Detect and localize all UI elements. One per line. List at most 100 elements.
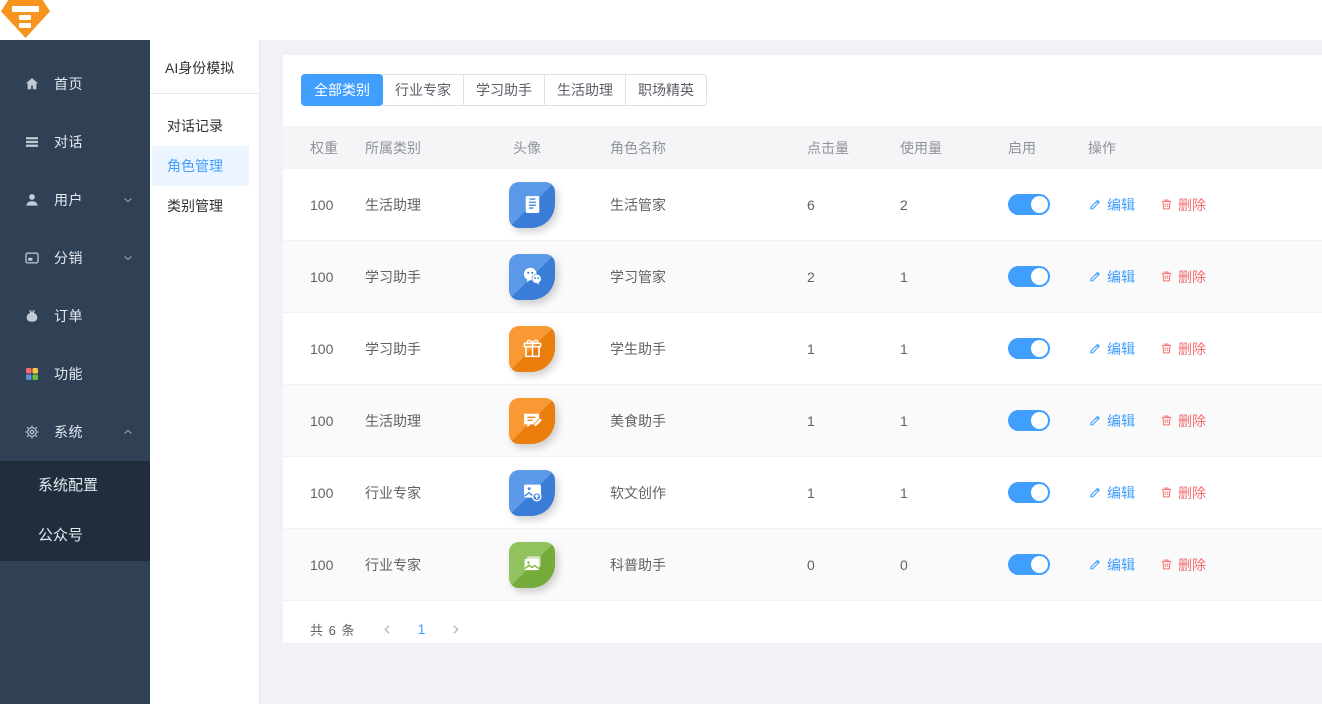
- edit-pencil-icon: [1088, 197, 1103, 212]
- chat-list-icon: [23, 133, 41, 151]
- cell-role-name: 科普助手: [610, 555, 807, 575]
- sidebar-submenu-item[interactable]: 公众号: [0, 511, 150, 561]
- column-header: 权重: [310, 138, 365, 158]
- pagination: 共 6 条 1: [310, 615, 1322, 643]
- sidebar-submenu: 系统配置公众号: [0, 461, 150, 561]
- edit-pencil-icon: [1088, 485, 1103, 500]
- pagination-total: 共 6 条: [310, 620, 355, 639]
- sidebar-item-order-bag[interactable]: 订单: [0, 287, 150, 345]
- chevron-down-icon: [122, 194, 134, 206]
- message-edit-avatar-icon: [509, 398, 555, 444]
- cell-role-name: 软文创作: [610, 483, 807, 503]
- cell-usage: 2: [900, 197, 1008, 213]
- distribution-icon: [23, 249, 41, 267]
- chevron-down-icon: [122, 252, 134, 264]
- edit-pencil-icon: [1088, 413, 1103, 428]
- enable-toggle[interactable]: [1008, 338, 1050, 359]
- sidebar-item-home[interactable]: 首页: [0, 55, 150, 113]
- cell-weight: 100: [310, 485, 365, 501]
- delete-button[interactable]: 删除: [1159, 339, 1206, 359]
- order-bag-icon: [23, 307, 41, 325]
- gear-icon: [23, 423, 41, 441]
- delete-button[interactable]: 删除: [1159, 483, 1206, 503]
- enable-toggle[interactable]: [1008, 410, 1050, 431]
- table-row: 100 生活助理 生活管家 6 2 编辑 删除: [283, 169, 1322, 241]
- cell-weight: 100: [310, 341, 365, 357]
- cell-usage: 1: [900, 413, 1008, 429]
- secondary-nav-list: 对话记录角色管理类别管理: [150, 94, 259, 226]
- cell-role-name: 生活管家: [610, 195, 807, 215]
- sidebar-item-chat-list[interactable]: 对话: [0, 113, 150, 171]
- edit-button[interactable]: 编辑: [1088, 483, 1135, 503]
- delete-button[interactable]: 删除: [1159, 555, 1206, 575]
- logo-bar: [12, 6, 39, 12]
- prev-page-button[interactable]: [373, 615, 401, 643]
- photos-avatar-icon: [509, 542, 555, 588]
- table-row: 100 行业专家 软文创作 1 1 编辑 删除: [283, 457, 1322, 529]
- column-header: 启用: [1008, 138, 1088, 158]
- sidebar: 首页 对话 用户 分销 订单 功能 系统 系统配置公众号: [0, 40, 150, 704]
- enable-toggle[interactable]: [1008, 194, 1050, 215]
- secondary-nav-item[interactable]: 类别管理: [152, 186, 249, 226]
- category-tab[interactable]: 职场精英: [625, 74, 707, 106]
- secondary-nav-title: AI身份模拟: [150, 40, 259, 94]
- cell-role-name: 学生助手: [610, 339, 807, 359]
- image-upload-avatar-icon: [509, 470, 555, 516]
- next-page-button[interactable]: [441, 615, 469, 643]
- current-page-button[interactable]: 1: [407, 621, 435, 637]
- table-row: 100 行业专家 科普助手 0 0 编辑 删除: [283, 529, 1322, 601]
- category-tabs: 全部类别行业专家学习助手生活助理职场精英: [301, 74, 1322, 106]
- edit-button[interactable]: 编辑: [1088, 195, 1135, 215]
- category-tab[interactable]: 生活助理: [544, 74, 626, 106]
- category-tab[interactable]: 行业专家: [382, 74, 464, 106]
- delete-button[interactable]: 删除: [1159, 195, 1206, 215]
- logo-bar: [19, 15, 31, 20]
- edit-button[interactable]: 编辑: [1088, 411, 1135, 431]
- cell-clicks: 2: [807, 269, 900, 285]
- cell-clicks: 6: [807, 197, 900, 213]
- sidebar-item-distribution[interactable]: 分销: [0, 229, 150, 287]
- edit-button[interactable]: 编辑: [1088, 555, 1135, 575]
- cell-usage: 1: [900, 485, 1008, 501]
- delete-trash-icon: [1159, 197, 1174, 212]
- cell-role-name: 美食助手: [610, 411, 807, 431]
- delete-trash-icon: [1159, 413, 1174, 428]
- cell-clicks: 0: [807, 557, 900, 573]
- cell-weight: 100: [310, 413, 365, 429]
- main-content: 全部类别行业专家学习助手生活助理职场精英 权重所属类别头像角色名称点击量使用量启…: [261, 40, 1322, 704]
- cell-clicks: 1: [807, 413, 900, 429]
- logo-bar: [19, 23, 31, 28]
- table-row: 100 学习助手 学习管家 2 1 编辑 删除: [283, 241, 1322, 313]
- secondary-nav: AI身份模拟 对话记录角色管理类别管理: [150, 40, 260, 704]
- sidebar-item-user[interactable]: 用户: [0, 171, 150, 229]
- edit-button[interactable]: 编辑: [1088, 339, 1135, 359]
- cell-category: 生活助理: [365, 195, 513, 215]
- column-header: 头像: [513, 138, 610, 158]
- cell-weight: 100: [310, 269, 365, 285]
- cell-usage: 1: [900, 341, 1008, 357]
- enable-toggle[interactable]: [1008, 266, 1050, 287]
- chevron-up-icon: [122, 426, 134, 438]
- delete-button[interactable]: 删除: [1159, 267, 1206, 287]
- wechat-avatar-icon: [509, 254, 555, 300]
- sidebar-item-gear[interactable]: 系统: [0, 403, 150, 461]
- enable-toggle[interactable]: [1008, 482, 1050, 503]
- sidebar-submenu-item[interactable]: 系统配置: [0, 461, 150, 511]
- enable-toggle[interactable]: [1008, 554, 1050, 575]
- delete-button[interactable]: 删除: [1159, 411, 1206, 431]
- features-grid-icon: [23, 365, 41, 383]
- edit-pencil-icon: [1088, 269, 1103, 284]
- sidebar-item-features-grid[interactable]: 功能: [0, 345, 150, 403]
- edit-button[interactable]: 编辑: [1088, 267, 1135, 287]
- delete-trash-icon: [1159, 485, 1174, 500]
- delete-trash-icon: [1159, 341, 1174, 356]
- category-tab[interactable]: 学习助手: [463, 74, 545, 106]
- table-row: 100 学习助手 学生助手 1 1 编辑 删除: [283, 313, 1322, 385]
- diamond-logo: [1, 0, 50, 38]
- secondary-nav-item[interactable]: 角色管理: [152, 146, 249, 186]
- topbar: [0, 0, 1322, 40]
- cell-weight: 100: [310, 557, 365, 573]
- secondary-nav-item[interactable]: 对话记录: [152, 106, 249, 146]
- cell-category: 生活助理: [365, 411, 513, 431]
- category-tab[interactable]: 全部类别: [301, 74, 383, 106]
